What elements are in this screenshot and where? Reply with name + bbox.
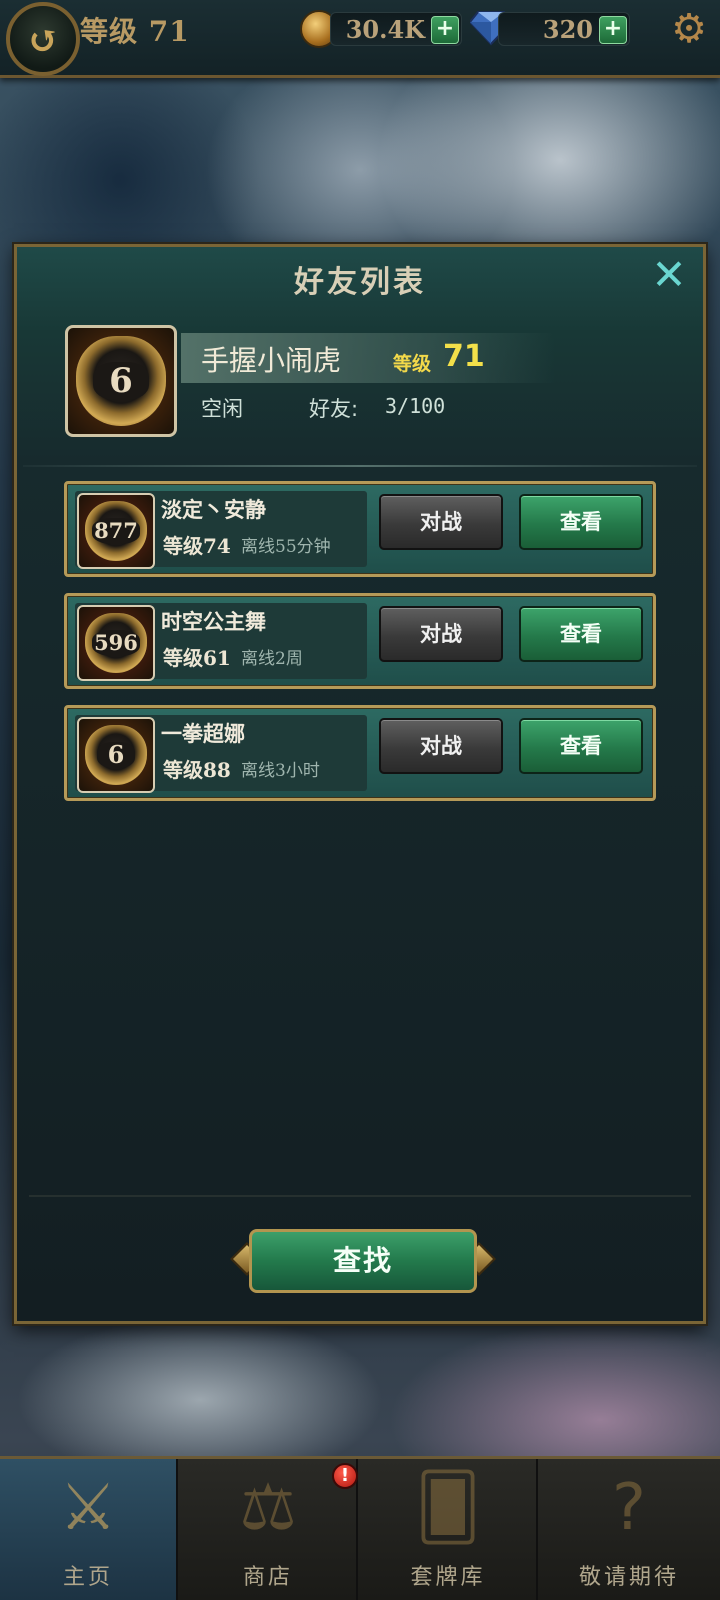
gem-counter: 320 + (498, 12, 630, 46)
section-divider (23, 465, 697, 467)
friend-level: 等级88 (163, 758, 231, 782)
question-mark-icon: ? (612, 1471, 646, 1545)
rank-emblem-icon: 6 (76, 336, 166, 426)
friend-avatar[interactable]: 6 (77, 717, 155, 793)
view-button[interactable]: 查看 (519, 718, 643, 774)
my-friends-label: 好友: (309, 397, 359, 421)
battle-button[interactable]: 对战 (379, 606, 503, 662)
friends-panel: 好友列表 ✕ 6 手握小闹虎 等级 71 空闲 好友: 3/100 877 淡定… (14, 244, 706, 1324)
player-level: 等级 71 (80, 15, 190, 48)
search-button[interactable]: 查找 (249, 1229, 477, 1293)
my-level-label: 等级 (393, 353, 432, 375)
gear-icon[interactable]: ⚙ (668, 8, 710, 50)
battle-button[interactable]: 对战 (379, 494, 503, 550)
scales-icon: ⚖ (239, 1471, 297, 1545)
battle-button[interactable]: 对战 (379, 718, 503, 774)
my-status: 空闲 (201, 397, 243, 421)
coin-counter: 30.4K + (330, 12, 462, 46)
panel-title: 好友列表 (294, 265, 426, 300)
friend-row: 596 时空公主舞 等级61 离线2周 对战 查看 (64, 593, 656, 689)
view-button[interactable]: 查看 (519, 606, 643, 662)
friend-row: 6 一拳超娜 等级88 离线3小时 对战 查看 (64, 705, 656, 801)
nav-label: 套牌库 (410, 1565, 486, 1590)
top-bar: ↺ 等级 71 30.4K + 320 + ⚙ (0, 0, 720, 78)
my-friends-count: 3/100 (385, 394, 446, 418)
back-button[interactable]: ↺ (6, 2, 80, 76)
back-arrow-icon: ↺ (27, 16, 59, 62)
my-name: 手握小闹虎 (201, 344, 342, 377)
rank-emblem-icon: 877 (84, 500, 148, 562)
rank-emblem-icon: 596 (84, 612, 148, 674)
friend-avatar-number: 6 (96, 740, 136, 769)
nav-item-decks[interactable]: 🂠 套牌库 (360, 1459, 538, 1600)
nav-label: 商店 (242, 1565, 293, 1590)
friend-last-seen: 离线55分钟 (241, 537, 331, 557)
friend-avatar[interactable]: 596 (77, 605, 155, 681)
friend-avatar[interactable]: 877 (77, 493, 155, 569)
friend-name: 一拳超娜 (161, 721, 245, 746)
view-button[interactable]: 查看 (519, 494, 643, 550)
coin-amount: 30.4K (345, 15, 425, 44)
cards-icon: 🂠 (415, 1471, 481, 1545)
my-avatar-number: 6 (93, 361, 149, 401)
friend-avatar-number: 877 (91, 518, 141, 544)
close-icon[interactable]: ✕ (649, 254, 689, 296)
nav-item-shop[interactable]: ⚖ 商店 ! (180, 1459, 358, 1600)
nav-item-coming-soon[interactable]: ? 敬请期待 (540, 1459, 718, 1600)
friend-avatar-number: 596 (91, 630, 141, 656)
notification-badge: ! (332, 1463, 358, 1489)
friend-last-seen: 离线3小时 (241, 761, 320, 781)
friend-level: 等级61 (163, 646, 231, 670)
add-gems-button[interactable]: + (599, 16, 627, 44)
my-avatar[interactable]: 6 (65, 325, 177, 437)
my-level-value: 71 (443, 339, 485, 374)
add-coins-button[interactable]: + (431, 16, 459, 44)
crossed-swords-icon: ⚔ (59, 1471, 117, 1545)
friend-level: 等级74 (163, 534, 231, 558)
nav-label: 主页 (62, 1565, 113, 1590)
friend-name: 淡定丶安静 (161, 497, 266, 522)
friend-name: 时空公主舞 (161, 609, 266, 634)
bottom-nav: ⚔ 主页 ⚖ 商店 ! 🂠 套牌库 ? 敬请期待 (0, 1456, 720, 1600)
nav-label: 敬请期待 (578, 1565, 679, 1590)
friend-row: 877 淡定丶安静 等级74 离线55分钟 对战 查看 (64, 481, 656, 577)
nav-item-home[interactable]: ⚔ 主页 (0, 1459, 178, 1600)
rank-emblem-icon: 6 (84, 724, 148, 786)
footer-divider (29, 1195, 691, 1197)
gem-amount: 320 (542, 15, 593, 44)
friend-last-seen: 离线2周 (241, 649, 303, 669)
